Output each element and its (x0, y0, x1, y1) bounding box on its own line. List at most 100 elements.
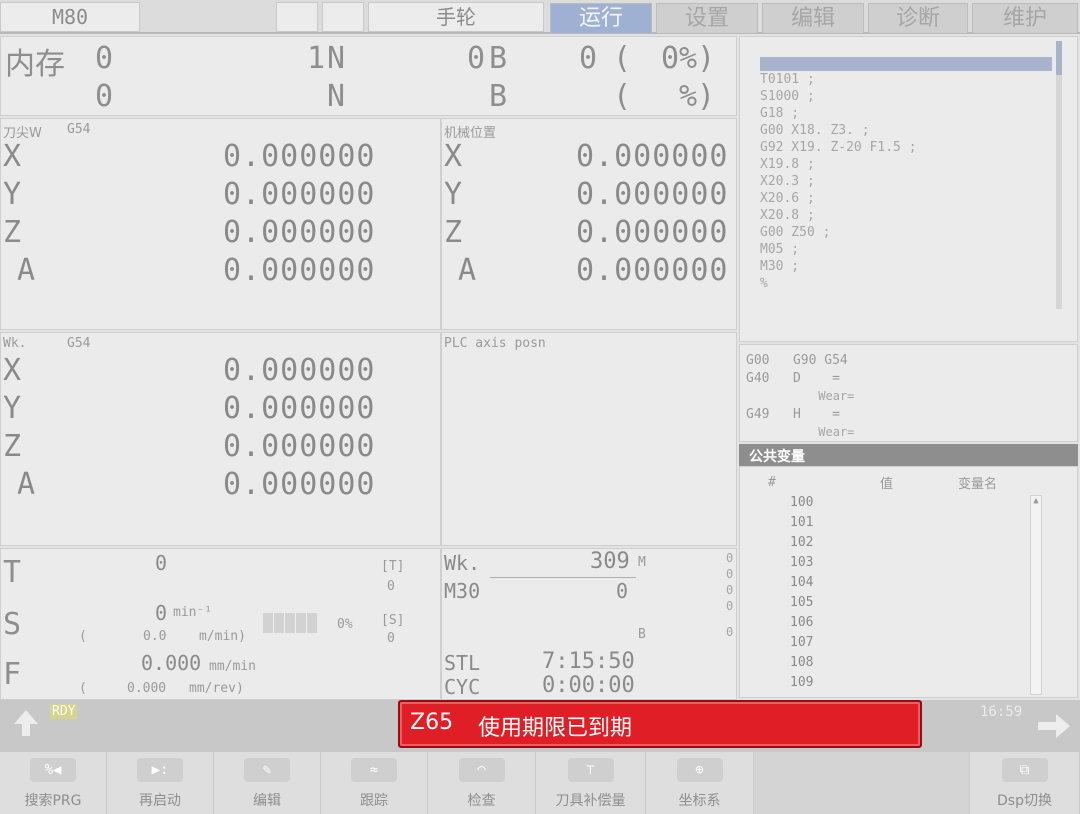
axis-value: 0.000000 (576, 215, 729, 250)
modal-line: Wear= (746, 425, 855, 439)
work-position-header: Wk. (3, 336, 27, 351)
variable-row[interactable]: 106 (790, 615, 813, 630)
memory-value: 0 (95, 41, 114, 76)
program-line: X19.8 ; (760, 157, 815, 172)
program-line: X20.6 ; (760, 191, 815, 206)
softkey-edit[interactable]: ✎ 编辑 (214, 752, 321, 814)
m-code-label: M (638, 555, 646, 570)
memory-percent: %) (679, 79, 716, 114)
axis-name: Z (3, 429, 23, 464)
tool-sub-value: 0 (387, 579, 395, 594)
axis-value: 0.000000 (223, 353, 376, 388)
m-value: 0 (726, 551, 734, 565)
tab-run[interactable]: 运行 (550, 3, 652, 33)
feed-label: F (3, 657, 22, 692)
program-line: G00 Z50 ; (760, 225, 831, 240)
softkey-coordinates[interactable]: ⊕ 坐标系 (646, 752, 754, 814)
spindle-sub-value: 0 (387, 631, 395, 646)
variable-row[interactable]: 105 (790, 595, 813, 610)
top-bar: M80 手轮 运行 设置 编辑 诊断 维护 (0, 0, 1080, 34)
axis-value: 0.000000 (223, 467, 376, 502)
plc-axis-panel: PLC axis posn (441, 332, 737, 546)
softkey-trace[interactable]: ≈ 跟踪 (321, 752, 428, 814)
tab-setup[interactable]: 设置 (656, 3, 758, 33)
softkey-tool-offset[interactable]: ⊤ 刀具补偿量 (536, 752, 646, 814)
spindle-load-bar (263, 613, 317, 633)
stl-time: 7:15:50 (542, 649, 635, 674)
axis-value: 0.000000 (223, 429, 376, 464)
memory-value: 1 (307, 41, 326, 76)
axis-value: 0.000000 (223, 391, 376, 426)
memory-b-label: B (489, 79, 508, 114)
operation-mode: 手轮 (368, 2, 544, 32)
program-line: X20.8 ; (760, 208, 815, 223)
tab-edit[interactable]: 编辑 (762, 3, 864, 33)
spindle-bracket: [S] (381, 613, 405, 628)
b-code-label: B (638, 627, 646, 642)
softkey-label: 坐标系 (678, 793, 721, 809)
tool-label: T (3, 555, 22, 590)
axis-value: 0.000000 (576, 177, 729, 212)
program-divider (490, 577, 636, 578)
coordinate-icon: ⊕ (676, 758, 723, 782)
menu-next-icon[interactable] (1034, 710, 1074, 742)
feed-per-rev-unit: mm/rev) (189, 681, 244, 696)
axis-name: A (17, 253, 37, 288)
variable-row[interactable]: 100 (790, 495, 813, 510)
machine-position-panel: 机械位置 X 0.000000 Y 0.000000 Z 0.000000 A … (441, 118, 737, 330)
program-line: T0101 ; (760, 72, 815, 87)
variable-row[interactable]: 102 (790, 535, 813, 550)
softkey-restart[interactable]: ▶: 再启动 (107, 752, 214, 814)
status-cell-1 (276, 2, 318, 32)
variable-row[interactable]: 103 (790, 555, 813, 570)
spindle-value: 0 (155, 601, 168, 625)
menu-up-icon[interactable] (6, 706, 46, 742)
spindle-surface-speed: 0.0 (143, 629, 167, 644)
variable-row[interactable]: 101 (790, 515, 813, 530)
softkey-display-switch[interactable]: ⧉ Dsp切换 (970, 752, 1080, 814)
m-value: 0 (726, 583, 734, 597)
axis-name: Y (444, 177, 464, 212)
memory-n-label: N (327, 79, 346, 114)
work-position-panel: Wk. G54 X 0.000000 Y 0.000000 Z 0.000000… (0, 332, 441, 546)
spindle-paren: ( (79, 629, 87, 644)
variable-row[interactable]: 107 (790, 635, 813, 650)
axis-name: Y (3, 177, 23, 212)
modal-line: G00 G90 G54 (746, 353, 848, 368)
variables-title: 公共变量 (749, 449, 805, 465)
trace-icon: ≈ (351, 758, 397, 782)
variables-scrollbar[interactable]: ▲ (1030, 495, 1042, 695)
cyc-time: 0:00:00 (542, 673, 635, 698)
program-scrollbar[interactable] (1056, 41, 1062, 309)
softkey-label: 再启动 (139, 793, 181, 809)
spindle-label: S (3, 607, 22, 642)
memory-label: 内存 (5, 47, 65, 82)
modal-panel: G00 G90 G54 G40 D = Wear= G49 H = Wear= (739, 344, 1078, 442)
softkey-empty[interactable] (754, 752, 970, 814)
work-label: Wk. (444, 551, 481, 575)
memory-paren: ( (613, 41, 632, 76)
memory-panel: 内存 0 1 N 0 B 0 ( 0%) 0 N B ( %) (0, 36, 737, 116)
variable-row[interactable]: 108 (790, 655, 813, 670)
program-line: % (760, 276, 768, 291)
scroll-up-icon[interactable]: ▲ (1031, 496, 1041, 506)
program-scroll-thumb[interactable] (1056, 41, 1062, 75)
search-program-icon: %◀ (30, 758, 76, 782)
softkey-search-prg[interactable]: %◀ 搜索PRG (0, 752, 107, 814)
variable-row[interactable]: 109 (790, 675, 813, 690)
plc-axis-header: PLC axis posn (444, 336, 546, 351)
tab-maintenance[interactable]: 维护 (972, 3, 1078, 33)
tool-bracket: [T] (381, 559, 405, 574)
axis-name: Y (3, 391, 23, 426)
program-line: G00 X18. Z3. ; (760, 123, 870, 138)
tab-diagnosis[interactable]: 诊断 (868, 3, 968, 33)
m-value: 0 (726, 567, 734, 581)
softkey-label: 刀具补偿量 (555, 793, 626, 809)
program-line: M30 ; (760, 259, 800, 274)
tool-offset-icon: ⊤ (567, 758, 614, 782)
variable-row[interactable]: 104 (790, 575, 813, 590)
memory-value: 0 (467, 41, 486, 76)
variables-col-name: 变量名 (958, 477, 998, 492)
program-line: G18 ; (760, 106, 800, 121)
softkey-check[interactable]: ◠ 检查 (428, 752, 536, 814)
